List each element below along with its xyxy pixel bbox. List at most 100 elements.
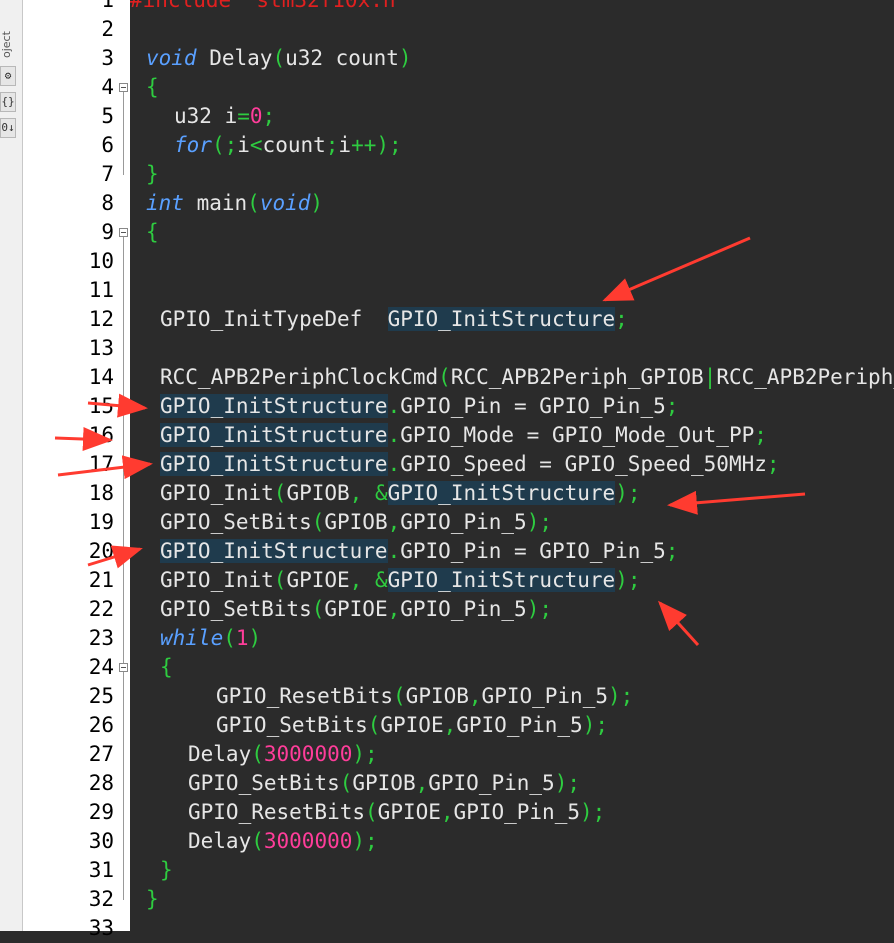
code-token: ++);: [351, 133, 402, 157]
code-token: GPIO_Pin_5: [428, 771, 555, 795]
code-line[interactable]: GPIO_Init(GPIOB, &GPIO_InitStructure);: [160, 479, 640, 508]
code-line[interactable]: GPIO_SetBits(GPIOE,GPIO_Pin_5);: [216, 711, 608, 740]
code-token: <: [249, 133, 263, 157]
code-line[interactable]: GPIO_ResetBits(GPIOE,GPIO_Pin_5);: [188, 798, 605, 827]
line-number: 14: [88, 365, 114, 389]
code-line[interactable]: GPIO_InitStructure.GPIO_Pin = GPIO_Pin_5…: [160, 537, 678, 566]
code-token: int: [146, 191, 184, 215]
code-token: (: [393, 684, 406, 708]
code-token: GPIOE: [377, 800, 441, 824]
code-token: ): [248, 626, 262, 650]
code-token: .: [387, 452, 401, 476]
code-token: Delay: [196, 46, 273, 70]
code-line[interactable]: Delay(3000000);: [188, 827, 378, 856]
line-number: 32: [88, 887, 114, 911]
code-line[interactable]: GPIO_InitTypeDef GPIO_InitStructure;: [160, 305, 628, 334]
code-token: (: [438, 365, 451, 389]
code-token: );: [615, 481, 641, 505]
code-token: );: [582, 713, 608, 737]
code-line[interactable]: }: [146, 885, 159, 914]
code-line[interactable]: GPIO_ResetBits(GPIOB,GPIO_Pin_5);: [216, 682, 633, 711]
code-token: GPIO_Pin_5: [400, 597, 527, 621]
code-line[interactable]: GPIO_SetBits(GPIOB,GPIO_Pin_5);: [160, 508, 552, 537]
code-token: GPIO_InitTypeDef: [160, 307, 388, 331]
line-number: 33: [88, 916, 114, 940]
code-token: GPIO_InitStructure: [160, 394, 388, 418]
code-token: (: [365, 800, 378, 824]
code-token: #include "stm32f10x.h": [130, 0, 409, 12]
code-line[interactable]: }: [160, 856, 173, 885]
code-token: GPIOB: [286, 481, 350, 505]
code-token: (: [367, 713, 381, 737]
code-line[interactable]: }: [146, 160, 159, 189]
code-line[interactable]: void Delay(u32 count): [146, 44, 412, 73]
code-line[interactable]: GPIO_SetBits(GPIOE,GPIO_Pin_5);: [160, 595, 552, 624]
code-token: ;: [754, 423, 767, 447]
code-token: );: [352, 742, 378, 766]
code-token: ): [310, 191, 324, 215]
code-token: GPIO_SetBits: [216, 713, 368, 737]
code-token: }: [160, 858, 173, 882]
code-line[interactable]: {: [146, 218, 159, 247]
code-token: GPIO_ResetBits: [188, 800, 366, 824]
code-token: (: [273, 481, 287, 505]
code-token: ,: [387, 597, 401, 621]
code-token: );: [526, 510, 552, 534]
project-icon[interactable]: ⚙: [0, 66, 16, 86]
line-number: 23: [88, 626, 114, 650]
code-line[interactable]: {: [146, 73, 159, 102]
code-line[interactable]: GPIO_InitStructure.GPIO_Speed = GPIO_Spe…: [160, 450, 780, 479]
code-line[interactable]: Delay(3000000);: [188, 740, 378, 769]
code-token: GPIO_InitStructure: [387, 568, 616, 592]
fold-toggle-icon[interactable]: [119, 228, 128, 237]
code-line[interactable]: RCC_APB2PeriphClockCmd(RCC_APB2Periph_GP…: [160, 363, 894, 392]
line-number: 16: [88, 423, 114, 447]
code-token: GPIO_Pin_5: [400, 510, 527, 534]
code-line[interactable]: GPIO_Init(GPIOE, &GPIO_InitStructure);: [160, 566, 640, 595]
code-token: ;: [615, 307, 628, 331]
fold-toggle-icon[interactable]: [119, 83, 128, 92]
code-line[interactable]: GPIO_InitStructure.GPIO_Mode = GPIO_Mode…: [160, 421, 767, 450]
code-editor[interactable]: #include "stm32f10x.h" void Delay(u32 cou…: [130, 0, 894, 931]
code-line[interactable]: for(;i<count;i++);: [174, 131, 402, 160]
line-number: 12: [88, 307, 114, 331]
code-token: Delay: [188, 742, 252, 766]
code-token: GPIOE: [380, 713, 444, 737]
code-line[interactable]: GPIO_InitStructure.GPIO_Pin = GPIO_Pin_5…: [160, 392, 678, 421]
code-token: GPIO_InitStructure: [387, 307, 616, 331]
code-line[interactable]: {: [160, 653, 173, 682]
code-token: ): [398, 46, 412, 70]
line-number: 30: [88, 829, 114, 853]
code-token: |: [703, 365, 717, 389]
code-line[interactable]: #include "stm32f10x.h": [130, 0, 408, 15]
templates-icon[interactable]: 0↓: [0, 118, 16, 138]
code-line[interactable]: GPIO_SetBits(GPIOB,GPIO_Pin_5);: [188, 769, 580, 798]
code-token: ;: [766, 452, 780, 476]
line-number: 17: [88, 452, 114, 476]
line-number: 5: [101, 104, 114, 128]
line-number: 31: [88, 858, 114, 882]
line-number: 9: [101, 220, 114, 244]
line-number: 25: [88, 684, 114, 708]
code-token: while: [160, 626, 224, 650]
fold-range-line: [123, 92, 124, 175]
code-token: (;: [211, 133, 238, 157]
line-number: 29: [88, 800, 114, 824]
project-side-panel: oject ⚙ {} 0↓: [0, 0, 23, 931]
line-number: 4: [101, 75, 114, 99]
functions-icon[interactable]: {}: [0, 92, 16, 112]
code-token: {: [146, 220, 159, 244]
fold-toggle-icon[interactable]: [119, 663, 128, 672]
code-line[interactable]: int main(void): [146, 189, 323, 218]
code-line[interactable]: u32 i=0;: [174, 102, 275, 131]
code-token: GPIOE: [286, 568, 350, 592]
code-token: (: [247, 191, 260, 215]
code-token: (: [311, 597, 325, 621]
project-tab[interactable]: oject: [0, 0, 13, 58]
line-number: 18: [88, 481, 114, 505]
line-number: 15: [88, 394, 114, 418]
code-token: .: [387, 539, 401, 563]
code-token: (: [339, 771, 353, 795]
code-token: );: [615, 568, 641, 592]
code-line[interactable]: while(1): [160, 624, 261, 653]
